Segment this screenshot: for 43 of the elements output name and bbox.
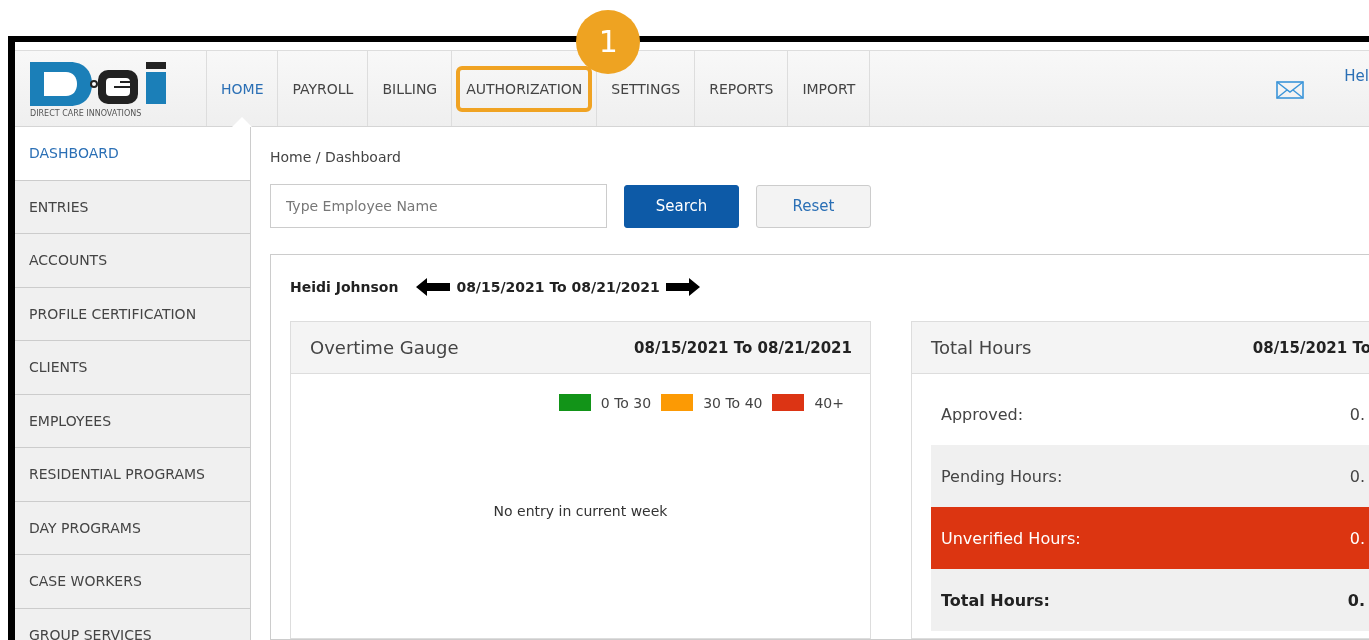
panel-date-range: 08/15/2021 To 08/21/2021 xyxy=(634,338,852,357)
reset-button[interactable]: Reset xyxy=(756,184,871,228)
hours-value: 0. xyxy=(1347,590,1365,610)
week-range: 08/15/2021 To 08/21/2021 xyxy=(456,279,660,295)
breadcrumb: Home / Dashboard xyxy=(270,149,402,165)
mail-icon[interactable] xyxy=(1276,80,1305,99)
sidebar-item[interactable]: CASE WORKERS xyxy=(15,555,250,609)
employee-search-field[interactable]: Type Employee Name xyxy=(270,184,607,228)
legend-label: 40+ xyxy=(814,394,844,411)
logo-tagline: DIRECT CARE INNOVATIONS xyxy=(30,108,143,118)
next-week-arrow-icon[interactable] xyxy=(665,278,700,296)
employee-name: Heidi Johnson xyxy=(290,279,399,295)
step-number-tooltip: 1 xyxy=(576,9,641,74)
empty-message: No entry in current week xyxy=(493,503,668,519)
sidebar-item[interactable]: PROFILE CERTIFICATION xyxy=(15,287,250,341)
active-tab-pointer xyxy=(232,117,253,127)
sidebar-item[interactable]: GROUP SERVICES xyxy=(15,608,250,640)
panel-title: Overtime Gauge xyxy=(310,337,459,358)
nav-tab[interactable]: REPORTS xyxy=(699,65,784,112)
nav-tab[interactable]: BILLING xyxy=(372,65,448,112)
hours-value: 0. xyxy=(1349,528,1365,548)
nav-tab[interactable]: HOME xyxy=(211,65,274,112)
panel-title: Total Hours xyxy=(931,337,1032,358)
legend-label: 30 To 40 xyxy=(703,394,763,411)
hours-value: 0. xyxy=(1349,466,1365,486)
nav-tab[interactable]: AUTHORIZATION xyxy=(456,65,593,112)
hours-label: Total Hours: xyxy=(941,590,1050,610)
nav-tab[interactable]: PAYROLL xyxy=(282,65,364,112)
sidebar-item[interactable]: RESIDENTIAL PROGRAMS xyxy=(15,448,250,502)
legend-label: 0 To 30 xyxy=(600,394,652,411)
hours-label: Pending Hours: xyxy=(941,466,1063,486)
sidebar-item[interactable]: EMPLOYEES xyxy=(15,394,250,448)
sidebar-item[interactable]: DAY PROGRAMS xyxy=(15,501,250,555)
previous-week-arrow-icon[interactable] xyxy=(416,278,451,296)
help-link[interactable]: Hel xyxy=(1344,67,1369,85)
hours-value: 0. xyxy=(1349,404,1365,424)
nav-tab[interactable]: IMPORT xyxy=(792,65,866,112)
sidebar-item[interactable]: ENTRIES xyxy=(15,180,250,234)
hours-label: Unverified Hours: xyxy=(941,528,1081,548)
hours-label: Approved: xyxy=(941,404,1024,424)
sidebar-item[interactable]: CLIENTS xyxy=(15,341,250,395)
search-button[interactable]: Search xyxy=(624,184,739,228)
sidebar-item[interactable]: ACCOUNTS xyxy=(15,234,250,288)
